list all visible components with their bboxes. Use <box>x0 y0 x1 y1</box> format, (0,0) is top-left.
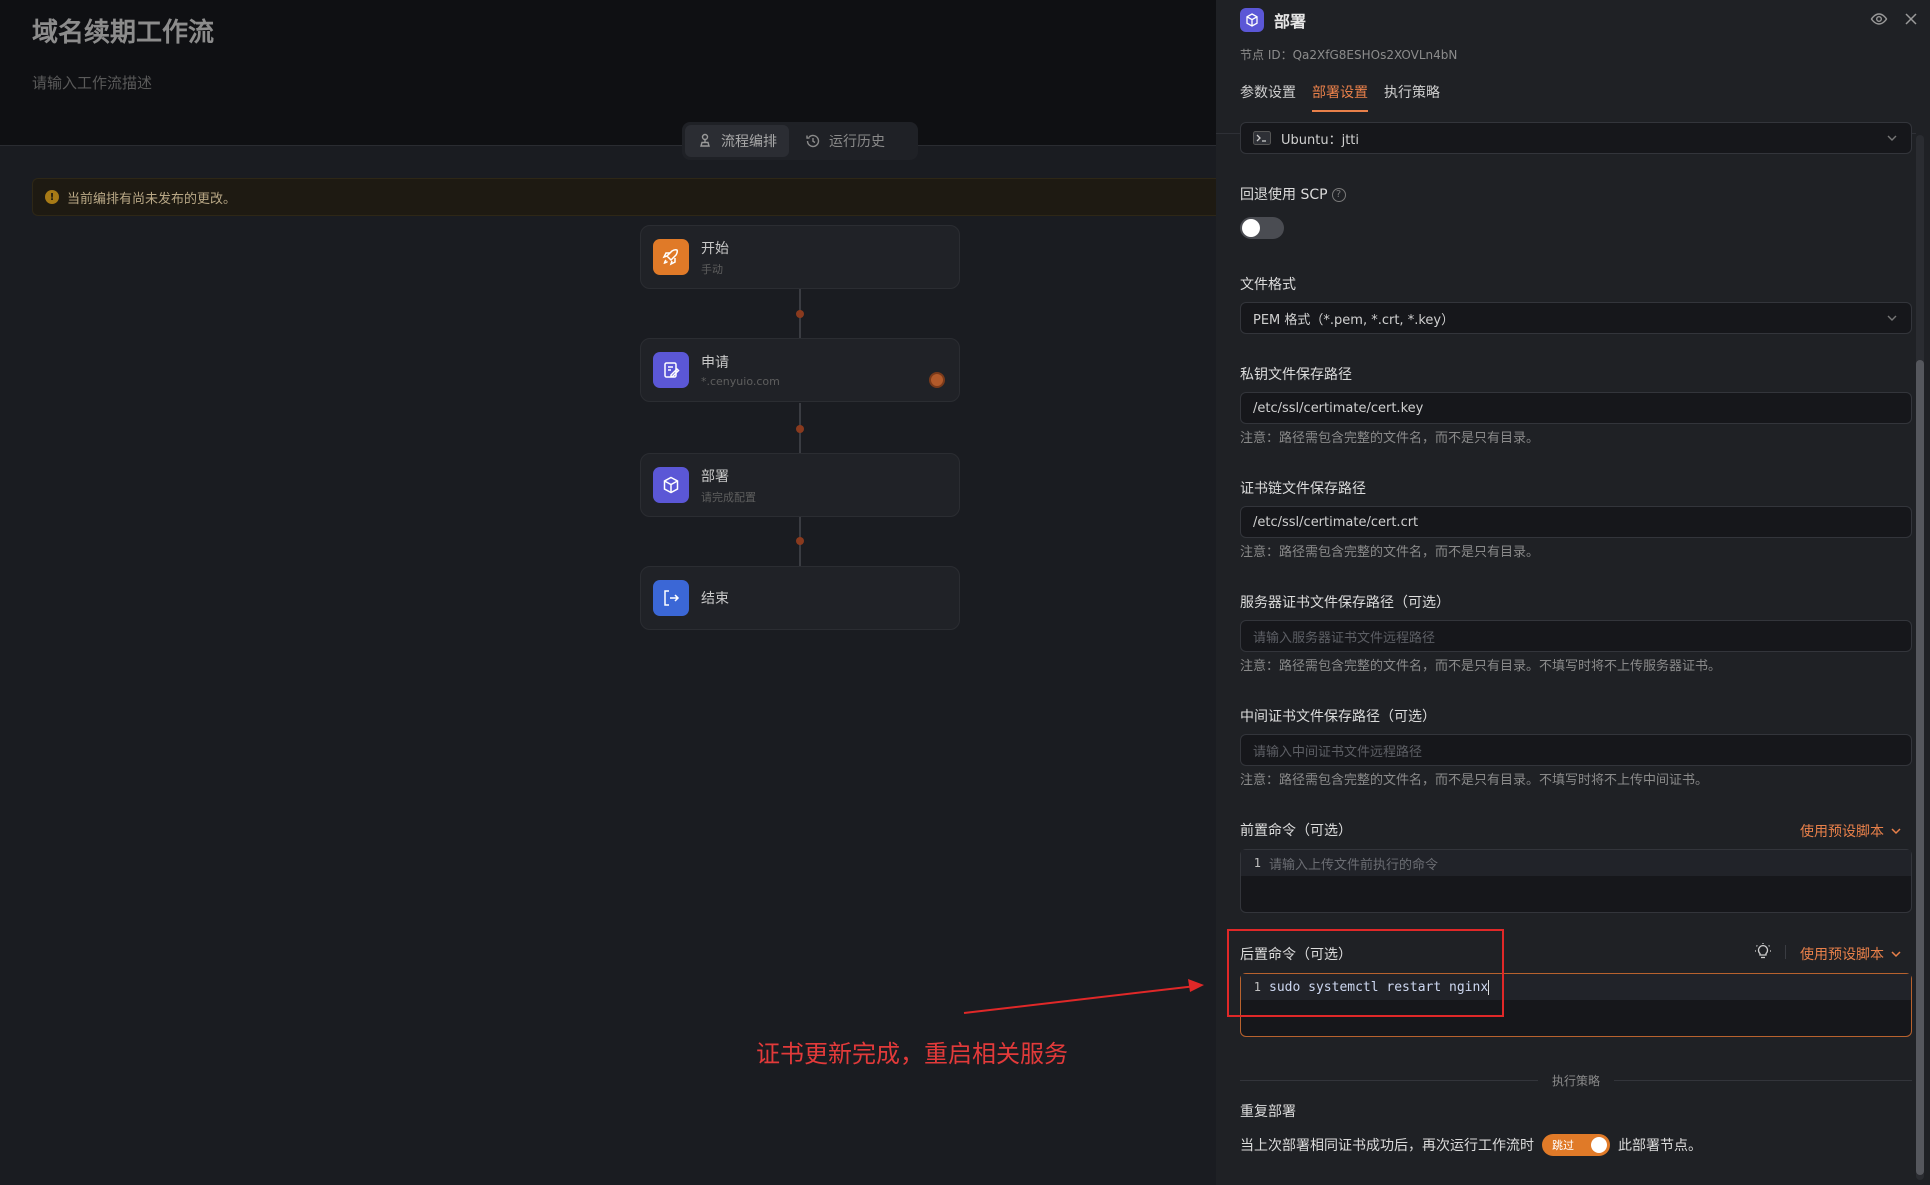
repeat-text-after: 此部署节点。 <box>1618 1138 1702 1154</box>
host-select-value: Ubuntu：jtti <box>1281 132 1360 148</box>
chain-path-hint: 注意：路径需包含完整的文件名，而不是只有目录。 <box>1240 545 1540 560</box>
pre-command-editor[interactable]: 1 请输入上传文件前执行的命令 <box>1240 849 1912 913</box>
toggle-knob <box>1242 219 1260 237</box>
editor-line: 1 请输入上传文件前执行的命令 <box>1241 850 1911 876</box>
annotation-arrow-icon <box>963 979 1204 1014</box>
node-title: 结束 <box>701 591 729 607</box>
key-path-input[interactable]: /etc/ssl/certimate/cert.key <box>1240 392 1912 424</box>
exit-icon <box>653 580 689 616</box>
repeat-text-before: 当上次部署相同证书成功后，再次运行工作流时 <box>1240 1138 1534 1154</box>
drawer-title[interactable]: 部署 <box>1274 8 1306 32</box>
file-format-value: PEM 格式（*.pem, *.crt, *.key） <box>1253 312 1455 328</box>
pre-command-placeholder: 请输入上传文件前执行的命令 <box>1269 857 1439 873</box>
file-format-label: 文件格式 <box>1240 277 1296 293</box>
scrollbar-thumb[interactable] <box>1916 360 1924 1175</box>
mode-tabs: 流程编排 运行历史 <box>682 122 918 160</box>
node-title: 部署 <box>701 468 729 485</box>
pre-command-label: 前置命令（可选） <box>1240 823 1352 839</box>
node-title: 申请 <box>701 355 729 371</box>
tab-run-history[interactable]: 运行历史 <box>793 125 897 157</box>
flow-icon <box>700 133 710 147</box>
add-node-dot[interactable] <box>796 310 804 318</box>
node-subtitle: 请完成配置 <box>701 490 756 504</box>
key-path-hint: 注意：路径需包含完整的文件名，而不是只有目录。 <box>1240 431 1540 446</box>
workflow-canvas: 域名续期工作流 请输入工作流描述 流程编排 运行历史 ! 当前编排有尚未发布的更… <box>0 0 1216 1185</box>
preset-label: 使用预设脚本 <box>1800 824 1884 840</box>
tab-strategy[interactable]: 执行策略 <box>1384 82 1440 112</box>
server-cert-path-label: 服务器证书文件保存路径（可选） <box>1240 595 1450 611</box>
preset-label: 使用预设脚本 <box>1800 947 1884 963</box>
node-deploy[interactable]: 部署 请完成配置 <box>640 453 960 517</box>
repeat-setting: 当上次部署相同证书成功后，再次运行工作流时 跳过 此部署节点。 <box>1240 1134 1702 1156</box>
scp-label: 回退使用 SCP? <box>1240 184 1346 204</box>
intermediate-path-label: 中间证书文件保存路径（可选） <box>1240 709 1436 725</box>
workflow-description-input[interactable]: 请输入工作流描述 <box>32 72 152 93</box>
rocket-icon <box>653 239 689 275</box>
separator <box>1785 945 1786 959</box>
warning-icon: ! <box>45 190 59 204</box>
server-cert-path-input[interactable]: 请输入服务器证书文件远程路径 <box>1240 620 1912 652</box>
workflow-header: 域名续期工作流 请输入工作流描述 <box>0 0 1216 146</box>
scp-toggle[interactable] <box>1240 217 1284 239</box>
pre-command-preset-button[interactable]: 使用预设脚本 <box>1800 821 1902 841</box>
add-node-dot[interactable] <box>796 425 804 433</box>
chain-path-input[interactable]: /etc/ssl/certimate/cert.crt <box>1240 506 1912 538</box>
server-cert-path-hint: 注意：路径需包含完整的文件名，而不是只有目录。不填写时将不上传服务器证书。 <box>1240 659 1722 674</box>
node-apply[interactable]: 申请 *.cenyuio.com <box>640 338 960 402</box>
skip-toggle[interactable]: 跳过 <box>1542 1134 1610 1156</box>
eye-icon[interactable] <box>1870 10 1888 28</box>
notice-text: 当前编排有尚未发布的更改。 <box>67 191 237 207</box>
chevron-down-icon <box>1891 828 1901 835</box>
lightbulb-icon[interactable] <box>1754 942 1772 960</box>
intermediate-path-hint: 注意：路径需包含完整的文件名，而不是只有目录。不填写时将不上传中间证书。 <box>1240 773 1709 788</box>
tab-run-history-label: 运行历史 <box>829 134 885 150</box>
node-start[interactable]: 开始 手动 <box>640 225 960 289</box>
help-icon[interactable]: ? <box>1331 188 1346 202</box>
tab-deploy-settings[interactable]: 部署设置 <box>1312 82 1368 112</box>
repeat-label: 重复部署 <box>1240 1104 1296 1120</box>
line-number: 1 <box>1253 856 1261 870</box>
annotation-highlight-box <box>1227 929 1504 1017</box>
close-icon[interactable] <box>1902 10 1920 28</box>
unpublished-notice: ! 当前编排有尚未发布的更改。 <box>32 178 1216 216</box>
chevron-down-icon <box>1891 951 1901 958</box>
node-id: 节点 ID：Qa2XfG8ESHOs2XOVLn4bN <box>1240 48 1458 62</box>
terminal-icon <box>1253 131 1271 145</box>
tab-params[interactable]: 参数设置 <box>1240 82 1296 112</box>
key-path-label: 私钥文件保存路径 <box>1240 367 1352 383</box>
drawer-tabs: 参数设置 部署设置 执行策略 <box>1240 82 1440 112</box>
annotation-text: 证书更新完成，重启相关服务 <box>756 1040 1068 1068</box>
status-badge <box>929 372 945 388</box>
add-node-dot[interactable] <box>796 537 804 545</box>
node-subtitle: *.cenyuio.com <box>701 375 780 388</box>
cube-icon <box>653 467 689 503</box>
chevron-down-icon <box>1887 315 1897 321</box>
node-end[interactable]: 结束 <box>640 566 960 630</box>
toggle-knob <box>1591 1137 1607 1153</box>
cube-icon <box>1240 8 1264 32</box>
strategy-divider: 执行策略 <box>1240 1074 1912 1088</box>
node-subtitle: 手动 <box>701 262 723 276</box>
skip-toggle-label: 跳过 <box>1552 1139 1574 1152</box>
node-title: 开始 <box>701 240 729 257</box>
history-icon <box>806 134 820 148</box>
drawer-actions <box>1870 10 1920 28</box>
post-command-preset-button[interactable]: 使用预设脚本 <box>1800 944 1902 964</box>
chain-path-label: 证书链文件保存路径 <box>1240 481 1366 497</box>
intermediate-path-input[interactable]: 请输入中间证书文件远程路径 <box>1240 734 1912 766</box>
tab-flow-editor-label: 流程编排 <box>721 134 777 150</box>
file-format-select[interactable]: PEM 格式（*.pem, *.crt, *.key） <box>1240 302 1912 334</box>
chevron-down-icon <box>1887 135 1897 141</box>
apply-icon <box>653 352 689 388</box>
tab-flow-editor[interactable]: 流程编排 <box>685 125 789 157</box>
drawer-header: 部署 <box>1240 8 1306 32</box>
workflow-title[interactable]: 域名续期工作流 <box>32 12 214 49</box>
host-select[interactable]: Ubuntu：jtti <box>1240 122 1912 154</box>
